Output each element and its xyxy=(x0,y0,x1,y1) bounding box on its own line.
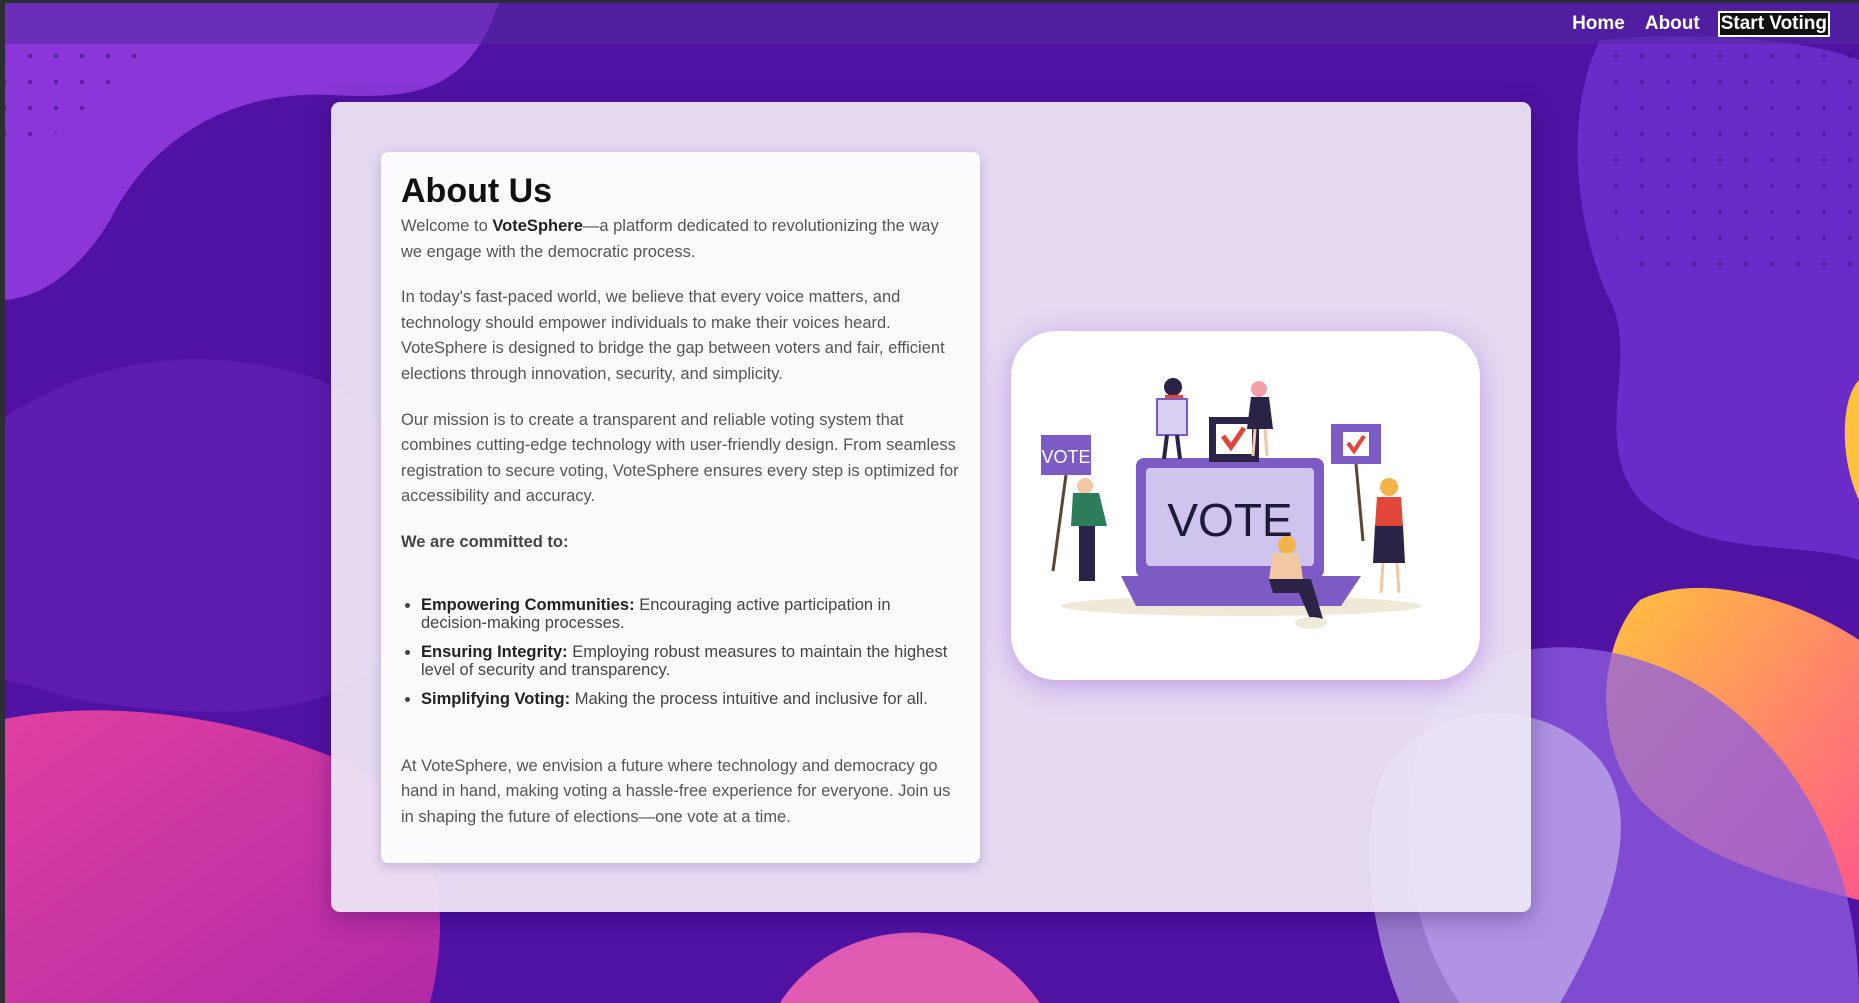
laptop-base xyxy=(1121,576,1361,606)
nav-start-voting-link[interactable]: Start Voting xyxy=(1717,10,1831,37)
commitments-list: Empowering Communities: Encouraging acti… xyxy=(401,596,960,708)
list-item: Empowering Communities: Encouraging acti… xyxy=(421,596,960,632)
window-frame-left xyxy=(0,0,5,1003)
nav-about-link[interactable]: About xyxy=(1645,13,1700,35)
intro-prefix: Welcome to xyxy=(401,217,493,235)
world-paragraph: In today's fast-paced world, we believe … xyxy=(401,288,945,383)
about-container: About Us Welcome to VoteSphere—a platfor… xyxy=(331,102,1531,912)
nav-home-link[interactable]: Home xyxy=(1572,13,1625,35)
commitment-title: Empowering Communities: xyxy=(421,595,635,614)
navbar: Home About Start Voting xyxy=(5,3,1859,44)
commitment-title: Simplifying Voting: xyxy=(421,689,571,708)
voting-illustration-svg: VOTE VOTE xyxy=(1041,378,1421,629)
page-title: About Us xyxy=(401,172,553,210)
voting-illustration: VOTE VOTE xyxy=(1011,331,1480,680)
about-text-card: About Us Welcome to VoteSphere—a platfor… xyxy=(381,152,980,863)
nav-links: Home About Start Voting xyxy=(1572,3,1859,44)
commitment-title: Ensuring Integrity: xyxy=(421,642,568,661)
commitment-text: Making the process intuitive and inclusi… xyxy=(570,689,928,708)
laptop-vote-text: VOTE xyxy=(1167,494,1292,546)
list-item: Ensuring Integrity: Employing robust mea… xyxy=(421,643,960,679)
closing-paragraph: At VoteSphere, we envision a future wher… xyxy=(401,756,951,826)
brand-name: VoteSphere xyxy=(492,217,583,235)
checklist-icon xyxy=(1156,398,1188,436)
commitments-heading: We are committed to: xyxy=(401,532,569,551)
mission-paragraph: Our mission is to create a transparent a… xyxy=(401,410,959,506)
list-item: Simplifying Voting: Making the process i… xyxy=(421,690,960,708)
intro-paragraph: Welcome to VoteSphere—a platform dedicat… xyxy=(401,214,960,265)
sign-vote-text: VOTE xyxy=(1041,447,1090,467)
window-frame-top xyxy=(0,0,1859,3)
